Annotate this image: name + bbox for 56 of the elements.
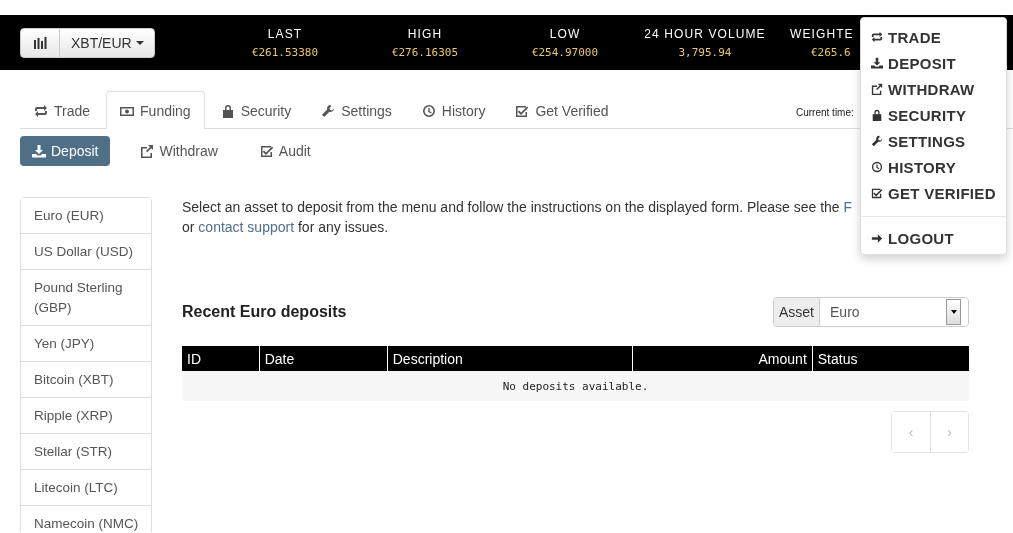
arrow-right-icon [871, 232, 883, 244]
caret-icon [135, 40, 144, 45]
nav-tab[interactable]: Get Verified [501, 92, 623, 129]
column-header: Status [812, 346, 969, 371]
clock-icon [421, 104, 436, 118]
column-header: Date [259, 346, 388, 371]
lock-icon [871, 109, 883, 121]
ticker-value: €254.97000 [531, 45, 599, 59]
menu-item[interactable]: DEPOSIT [861, 50, 1006, 76]
menu-item[interactable]: SECURITY [861, 102, 1006, 128]
subnav-pill[interactable]: Withdraw [128, 136, 230, 166]
repeat-icon [871, 31, 883, 43]
ticker-label: LOW [549, 26, 581, 41]
ticker-value: 3,795.94 [678, 45, 732, 59]
nav-tab[interactable]: History [407, 92, 500, 129]
checkbox-icon [259, 144, 274, 158]
download-icon [32, 144, 46, 158]
logout-menu-item[interactable]: LOGOUT [861, 225, 1006, 251]
menu-item[interactable]: TRADE [861, 24, 1006, 50]
menu-item[interactable]: HISTORY [861, 154, 1006, 180]
text-link[interactable]: F [843, 199, 853, 215]
share-icon [140, 144, 155, 158]
column-header: Amount [632, 346, 813, 371]
column-header: Description [387, 346, 633, 371]
nav-tab[interactable]: Trade [20, 92, 105, 129]
text-link[interactable]: contact support [198, 218, 295, 235]
ticker-label: LAST [267, 26, 303, 41]
checkbox-icon [515, 104, 530, 118]
nav-tab[interactable]: Security [206, 92, 306, 129]
share-icon [871, 83, 883, 95]
menu-item[interactable]: GET VERIFIED [861, 180, 1006, 206]
ticker-label: 24 HOUR VOLUME [644, 26, 766, 41]
download-icon [871, 57, 883, 69]
subnav-pill[interactable]: Audit [247, 136, 323, 166]
column-header: ID [182, 346, 260, 371]
nav-tab[interactable]: Funding [106, 91, 205, 129]
ticker-label: HIGH [407, 26, 443, 41]
wrench-icon [321, 104, 336, 118]
lock-icon [220, 104, 235, 118]
asset-list-item[interactable]: Euro (EUR) [21, 198, 151, 234]
wrench-icon [871, 135, 883, 147]
clock-icon [871, 161, 883, 173]
checkbox-icon [871, 187, 883, 199]
ticker-value: €265.6 [811, 45, 851, 59]
menu-item[interactable]: WITHDRAW [861, 76, 1006, 102]
repeat-icon [34, 104, 48, 118]
ticker-label: WEIGHTE [790, 26, 854, 41]
bar-chart-icon [33, 35, 47, 50]
nav-tab[interactable]: Settings [307, 92, 406, 129]
current-time-label: Current time: [796, 107, 854, 118]
subnav-pill[interactable]: Deposit [20, 136, 111, 166]
menu-item[interactable]: SETTINGS [861, 128, 1006, 154]
empty-table-message: No deposits available. [182, 371, 969, 401]
ticker-value: €261.53380 [251, 45, 319, 59]
section-heading: Recent Euro deposits [182, 303, 347, 321]
ticker-value: €276.16305 [391, 45, 459, 59]
